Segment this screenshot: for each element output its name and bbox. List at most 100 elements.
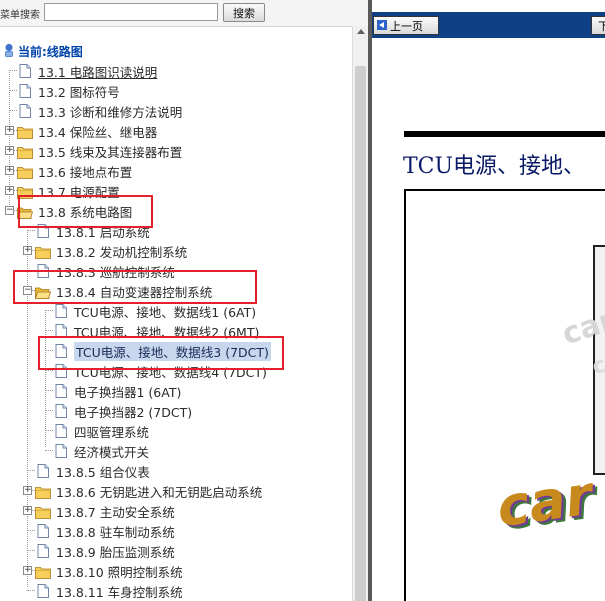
tree-item[interactable]: 13.8.9 胎压监测系统 <box>0 541 350 561</box>
tree-item[interactable]: TCU电源、接地、数据线2 (6MT) <box>0 321 350 341</box>
tree-item[interactable]: 13.8.5 组合仪表 <box>0 461 350 481</box>
tree-item[interactable]: 四驱管理系统 <box>0 421 350 441</box>
tree-item[interactable]: 13.1 电路图识读说明 <box>0 61 350 81</box>
tree-connector <box>9 90 17 91</box>
tree-item[interactable]: 13.8.3 巡航控制系统 <box>0 261 350 281</box>
folder-icon <box>17 144 33 159</box>
folder-icon <box>35 504 51 519</box>
tree-item[interactable]: +13.7 电源配置 <box>0 181 350 201</box>
tree-item[interactable]: 经济模式开关 <box>0 441 350 461</box>
document-icon <box>37 583 49 598</box>
tree-item-label: 13.2 图标符号 <box>38 85 120 100</box>
tree-item[interactable]: TCU电源、接地、数据线1 (6AT) <box>0 301 350 321</box>
tree-item[interactable]: TCU电源、接地、数据线3 (7DCT) <box>0 341 350 361</box>
tree-root-label: 当前:线路图 <box>18 45 83 59</box>
document-icon <box>19 103 31 118</box>
tree-item[interactable]: 电子换挡器2 (7DCT) <box>0 401 350 421</box>
document-icon <box>55 383 67 398</box>
diagram-frame <box>404 189 605 601</box>
tree-item[interactable]: 13.3 诊断和维修方法说明 <box>0 101 350 121</box>
tree-connector <box>45 390 53 391</box>
tree-item[interactable]: +13.8.6 无钥匙进入和无钥匙启动系统 <box>0 481 350 501</box>
tree-connector <box>45 410 53 411</box>
tree-connector <box>27 230 35 231</box>
tree-item[interactable]: +13.8.10 照明控制系统 <box>0 561 350 581</box>
tree-item[interactable]: +13.5 线束及其连接器布置 <box>0 141 350 161</box>
header-rule <box>404 131 605 137</box>
expand-plus-icon[interactable]: + <box>23 506 32 515</box>
previous-page-button[interactable]: 上一页 <box>373 16 439 35</box>
tree-item[interactable]: 13.8.11 车身控制系统 <box>0 581 350 601</box>
folder-icon <box>17 124 33 139</box>
computer-icon <box>5 43 13 57</box>
expand-plus-icon[interactable]: + <box>5 166 14 175</box>
document-icon <box>37 223 49 238</box>
search-bar: 菜单搜索 搜索 <box>0 0 368 27</box>
folder-icon <box>35 564 51 579</box>
collapse-minus-icon[interactable]: − <box>23 286 32 295</box>
tree-item-label: 13.8.8 驻车制动系统 <box>56 525 175 540</box>
tree-connector <box>45 350 53 351</box>
tree-connector <box>27 590 35 591</box>
scroll-up-arrow-icon[interactable] <box>357 29 365 34</box>
document-icon <box>19 63 31 78</box>
tree-item-label: 13.8.10 照明控制系统 <box>56 565 183 580</box>
expand-plus-icon[interactable]: + <box>23 246 32 255</box>
document-icon <box>55 343 67 358</box>
tree-item-label: TCU电源、接地、数据线1 (6AT) <box>74 305 257 320</box>
expand-plus-icon[interactable]: + <box>5 186 14 195</box>
tree-connector <box>45 310 53 311</box>
tree-item[interactable]: − 13.8.4 自动变速器控制系统 <box>0 281 350 301</box>
tree-item[interactable]: +13.8.2 发动机控制系统 <box>0 241 350 261</box>
tree-connector <box>27 530 35 531</box>
tree-item-label: 13.8.9 胎压监测系统 <box>56 545 175 560</box>
folder-open-icon <box>16 204 34 219</box>
logo-watermark: car <box>493 463 597 540</box>
tree-item[interactable]: 13.8.8 驻车制动系统 <box>0 521 350 541</box>
tree-connector <box>9 110 17 111</box>
tree-item-label: 13.8.2 发动机控制系统 <box>56 245 188 260</box>
document-icon <box>55 403 67 418</box>
document-icon <box>37 523 49 538</box>
document-icon <box>37 263 49 278</box>
scroll-thumb[interactable] <box>355 66 366 601</box>
expand-plus-icon[interactable]: + <box>23 566 32 575</box>
tree-item-label: 电子换挡器2 (7DCT) <box>74 405 193 420</box>
search-input[interactable] <box>44 3 218 21</box>
tree-item[interactable]: TCU电源、接地、数据线4 (7DCT) <box>0 361 350 381</box>
expand-plus-icon[interactable]: + <box>23 486 32 495</box>
search-label: 菜单搜索 <box>0 10 40 21</box>
tree-item[interactable]: +13.8.7 主动安全系统 <box>0 501 350 521</box>
folder-icon <box>17 164 33 179</box>
document-icon <box>55 423 67 438</box>
tree-item-label: TCU电源、接地、数据线3 (7DCT) <box>74 342 271 361</box>
tree-item[interactable]: +13.6 接地点布置 <box>0 161 350 181</box>
tree-item[interactable]: 13.8.1 启动系统 <box>0 221 350 241</box>
page-title: TCU电源、接地、 <box>403 154 586 179</box>
expand-plus-icon[interactable]: + <box>5 146 14 155</box>
page-toolbar: 上一页 下 <box>372 12 605 38</box>
tree-item-label: 13.8.5 组合仪表 <box>56 465 150 480</box>
tree-item-label: 13.1 电路图识读说明 <box>38 65 158 80</box>
tree-item[interactable]: − 13.8 系统电路图 <box>0 201 350 221</box>
tree-item[interactable]: +13.4 保险丝、继电器 <box>0 121 350 141</box>
tree-item-label: 经济模式开关 <box>74 445 150 460</box>
tree-item[interactable]: 电子换挡器1 (6AT) <box>0 381 350 401</box>
tree-item[interactable]: 13.2 图标符号 <box>0 81 350 101</box>
document-icon <box>19 83 31 98</box>
tree-item-label: 13.3 诊断和维修方法说明 <box>38 105 183 120</box>
tree-connector <box>27 470 35 471</box>
tree-item-label: 13.8.7 主动安全系统 <box>56 505 175 520</box>
document-icon <box>55 363 67 378</box>
document-icon <box>37 463 49 478</box>
vertical-scrollbar[interactable] <box>352 26 368 601</box>
tree-item-label: 13.8.6 无钥匙进入和无钥匙启动系统 <box>56 485 263 500</box>
tree-connector <box>27 270 35 271</box>
collapse-minus-icon[interactable]: − <box>5 206 14 215</box>
tree-connector <box>45 430 53 431</box>
expand-plus-icon[interactable]: + <box>5 126 14 135</box>
next-page-button[interactable]: 下 <box>591 16 605 35</box>
search-button[interactable]: 搜索 <box>223 3 265 22</box>
document-icon <box>37 543 49 558</box>
tree-connector <box>27 550 35 551</box>
